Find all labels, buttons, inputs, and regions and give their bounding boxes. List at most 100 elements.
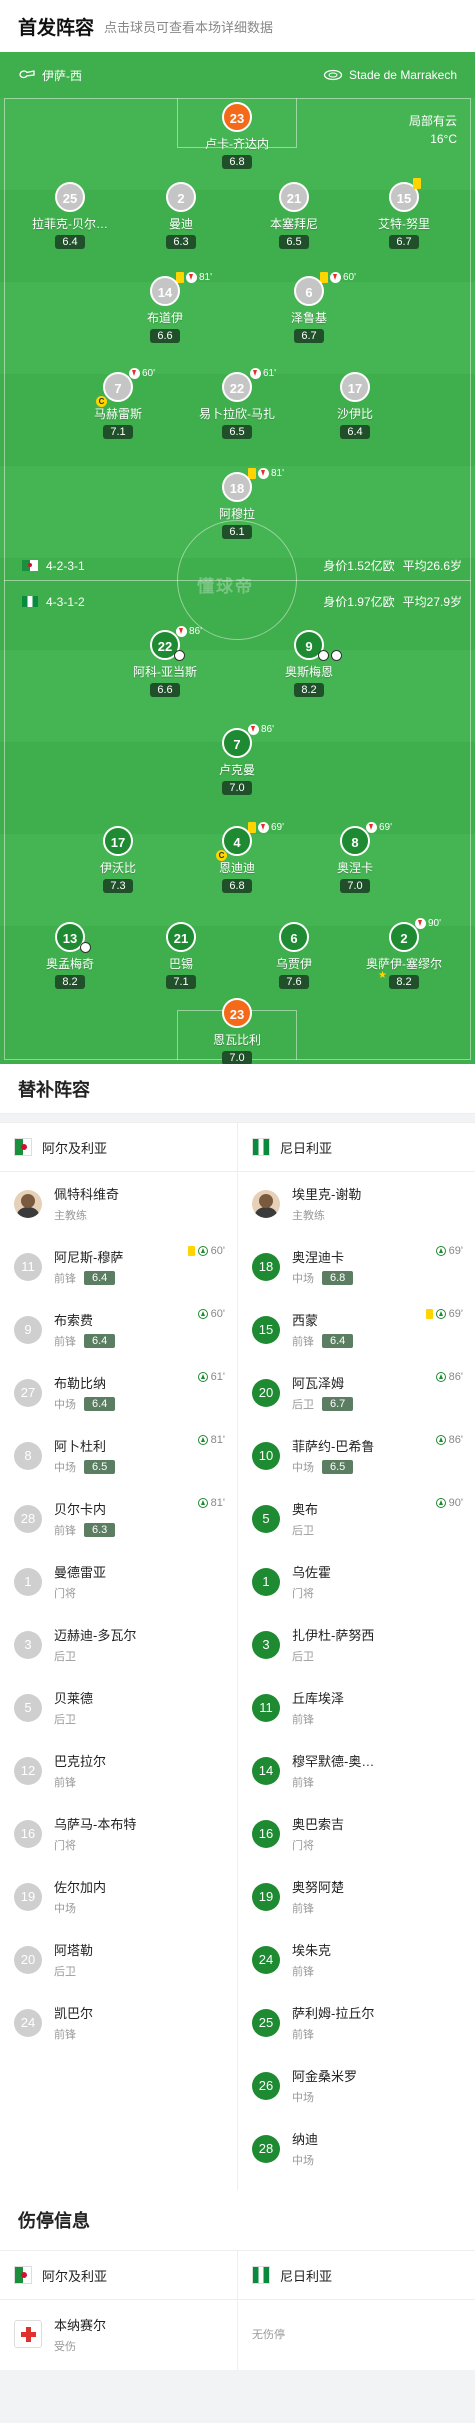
sub-player-row[interactable]: 28 纳迪 中场: [238, 2117, 475, 2180]
player-home-lb[interactable]: 25 拉菲克-贝尔… 6.4: [15, 182, 125, 250]
player-home-dm1[interactable]: 14 布道伊 6.6: [110, 276, 220, 344]
sub-player-row[interactable]: 11 丘库埃泽 前锋: [238, 1676, 475, 1739]
sub-player-row[interactable]: 19 奥努阿楚 前锋: [238, 1865, 475, 1928]
player-rating: 6.6: [150, 329, 180, 343]
sub-in-icon: [435, 1372, 446, 1382]
player-position: 中场: [292, 2092, 314, 2104]
away-formation-info: 4-3-1-2 身价1.97亿欧 平均27.9岁: [22, 593, 462, 610]
sub-player-row[interactable]: 12 巴克拉尔 前锋: [0, 1739, 237, 1802]
player-home-cb2[interactable]: 21 本塞拜尼 6.5: [239, 182, 349, 250]
player-name: 埃朱克: [292, 1943, 332, 1958]
injury-status: 受伤: [54, 2340, 76, 2353]
sub-player-row[interactable]: 1 乌佐霍 门将: [238, 1550, 475, 1613]
player-name: 布索费: [54, 1313, 94, 1328]
sub-player-row[interactable]: 10 菲萨约-巴希鲁 中场 6.5 86': [238, 1424, 475, 1487]
weather-temp: 16°C: [430, 132, 457, 146]
player-home-am1[interactable]: 7 马赫雷斯 7.1: [63, 372, 173, 440]
player-name: 穆罕默德-奥…: [292, 1754, 375, 1769]
away-age: 平均27.9岁: [402, 595, 462, 609]
sub-player-row[interactable]: 27 布勒比纳 中场 6.4 61': [0, 1361, 237, 1424]
jersey-number: 23: [222, 998, 252, 1028]
player-home-cb1[interactable]: 2 曼迪 6.3: [126, 182, 236, 250]
player-position: 前锋: [54, 1777, 76, 1789]
event-minute: 90': [448, 1497, 463, 1509]
sub-player-row[interactable]: 16 奥巴索吉 门将: [238, 1802, 475, 1865]
subs-columns: 阿尔及利亚 佩特科维奇 主教练 11 阿尼斯-穆萨 前锋 6.4 60' 9 布索费 前锋 6.4…: [0, 1122, 475, 2190]
sub-player-row[interactable]: 19 佐尔加内 中场: [0, 1865, 237, 1928]
home-team-header: 阿尔及利亚: [0, 1122, 237, 1172]
player-away-am[interactable]: 7 卢克曼 7.0: [182, 728, 292, 796]
player-away-cm2[interactable]: 4 恩迪迪 6.8: [182, 826, 292, 894]
sub-in-icon: [197, 1372, 208, 1382]
player-home-am3[interactable]: 17 沙伊比 6.4: [300, 372, 410, 440]
algeria-flag-icon: [14, 2266, 32, 2284]
coach-row[interactable]: 佩特科维奇 主教练: [0, 1172, 237, 1235]
player-home-dm2[interactable]: 6 泽鲁基 6.7: [254, 276, 364, 344]
sub-player-row[interactable]: 20 阿塔勒 后卫: [0, 1928, 237, 1991]
player-away-lb[interactable]: 13 奥孟梅奇 8.2: [15, 922, 125, 990]
player-name: 凯巴尔: [54, 2006, 94, 2021]
sub-player-row[interactable]: 20 阿瓦泽姆 后卫 6.7 86': [238, 1361, 475, 1424]
injury-row[interactable]: 本纳赛尔 受伤: [0, 2300, 237, 2368]
sub-player-row[interactable]: 16 乌萨马-本布特 门将: [0, 1802, 237, 1865]
sub-player-row[interactable]: 25 萨利姆-拉丘尔 前锋: [238, 1991, 475, 2054]
player-events: 90': [435, 1497, 463, 1509]
player-away-cb1[interactable]: 21 巴锡 7.1: [126, 922, 236, 990]
injuries-title: 伤停信息: [18, 2211, 90, 2231]
player-position: 前锋: [292, 1966, 314, 1978]
player-rating: 7.1: [103, 425, 133, 439]
jersey-number: 7: [222, 728, 252, 758]
player-position: 前锋: [54, 1336, 76, 1348]
sub-player-row[interactable]: 3 迈赫迪-多瓦尔 后卫: [0, 1613, 237, 1676]
jersey-number: 8: [14, 1441, 42, 1470]
sub-player-row[interactable]: 5 贝莱德 后卫: [0, 1676, 237, 1739]
jersey-number: 6: [279, 922, 309, 952]
sub-player-row[interactable]: 3 扎伊杜-萨努西 后卫: [238, 1613, 475, 1676]
home-value: 身价1.52亿欧: [323, 559, 395, 573]
sub-player-row[interactable]: 26 阿金桑米罗 中场: [238, 2054, 475, 2117]
player-rating: 6.5: [322, 1460, 354, 1474]
player-away-cb2[interactable]: 6 乌贾伊 7.6: [239, 922, 349, 990]
player-rating: 8.2: [55, 975, 85, 989]
sub-player-row[interactable]: 14 穆罕默德-奥… 前锋: [238, 1739, 475, 1802]
jersey-number: 20: [252, 1378, 280, 1407]
jersey-number: 8: [340, 826, 370, 856]
sub-player-row[interactable]: 24 凯巴尔 前锋: [0, 1991, 237, 2054]
coach-row[interactable]: 埃里克-谢勒 主教练: [238, 1172, 475, 1235]
sub-player-row[interactable]: 5 奥布 后卫 90': [238, 1487, 475, 1550]
sub-player-row[interactable]: 11 阿尼斯-穆萨 前锋 6.4 60': [0, 1235, 237, 1298]
player-away-st2[interactable]: 9 奥斯梅恩 8.2: [254, 630, 364, 698]
player-away-cm3[interactable]: 8 奥涅卡 7.0: [300, 826, 410, 894]
player-away-cm1[interactable]: 17 伊沃比 7.3: [63, 826, 173, 894]
away-subs-column: 尼日利亚 埃里克-谢勒 主教练 18 奥涅迪卡 中场 6.8 69' 15 西蒙 前锋 6.4 69…: [237, 1122, 475, 2190]
player-events: 60': [187, 1245, 225, 1257]
player-home-st[interactable]: 18 阿穆拉 6.1: [182, 472, 292, 540]
sub-player-row[interactable]: 18 奥涅迪卡 中场 6.8 69': [238, 1235, 475, 1298]
player-rating: 6.6: [150, 683, 180, 697]
sub-player-row[interactable]: 15 西蒙 前锋 6.4 69': [238, 1298, 475, 1361]
sub-player-row[interactable]: 9 布索费 前锋 6.4 60': [0, 1298, 237, 1361]
sub-player-row[interactable]: 1 曼德雷亚 门将: [0, 1550, 237, 1613]
medical-icon: [14, 2320, 42, 2348]
player-home-gk[interactable]: 23 卢卡-齐达内 6.8: [182, 102, 292, 170]
player-home-am2[interactable]: 22 易卜拉欣-马扎 6.5: [182, 372, 292, 440]
jersey-number: 1: [252, 1567, 280, 1596]
player-away-rb[interactable]: 2 奥萨伊-塞缪尔 8.2: [349, 922, 459, 990]
sub-player-row[interactable]: 8 阿卜杜利 中场 6.5 81': [0, 1424, 237, 1487]
player-name: 阿穆拉: [218, 507, 255, 521]
jersey-number: 1: [14, 1567, 42, 1596]
player-events: 81': [197, 1434, 225, 1446]
player-name: 阿瓦泽姆: [292, 1376, 345, 1391]
player-home-rb[interactable]: 15 艾特-努里 6.7: [349, 182, 459, 250]
player-away-st1[interactable]: 22 阿科-亚当斯 6.6: [110, 630, 220, 698]
injuries-header: 伤停信息: [0, 2190, 475, 2250]
sub-player-row[interactable]: 28 贝尔卡内 前锋 6.3 81': [0, 1487, 237, 1550]
jersey-number: 12: [14, 1756, 42, 1785]
player-away-gk[interactable]: 23 恩瓦比利 7.0: [182, 998, 292, 1064]
jersey-number: 11: [252, 1693, 280, 1722]
sub-player-row[interactable]: 24 埃朱克 前锋: [238, 1928, 475, 1991]
player-rating: 6.4: [84, 1397, 116, 1411]
player-events: 60': [197, 1308, 225, 1320]
player-name: 纳迪: [292, 2132, 319, 2147]
away-team-header: 尼日利亚: [238, 2250, 475, 2300]
